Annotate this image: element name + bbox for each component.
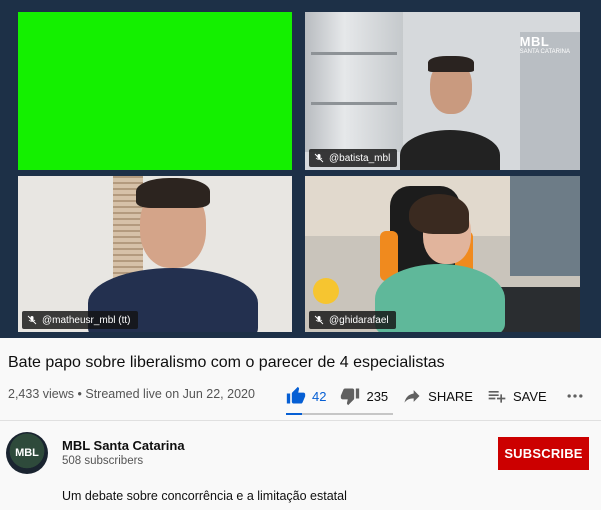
save-button[interactable]: SAVE: [487, 386, 547, 406]
sentiment-bar-fill: [286, 413, 303, 415]
avatar-logo-text: MBL: [15, 447, 39, 459]
thumbs-down-icon: [341, 388, 360, 406]
desk: [500, 287, 580, 332]
video-player[interactable]: MBL SANTA CATARINA @batista_mbl @matheus…: [0, 0, 601, 338]
dislike-count: 235: [366, 388, 389, 404]
sentiment-bar: [286, 413, 393, 415]
save-label: SAVE: [512, 388, 547, 404]
save-playlist-icon: [488, 391, 506, 403]
participant-tile-3: @ghidarafael: [305, 176, 580, 332]
share-icon: [404, 390, 420, 403]
mic-off-icon: [314, 153, 324, 163]
divider: [0, 420, 601, 421]
mic-off-icon: [27, 315, 37, 325]
mbl-watermark: MBL SANTA CATARINA: [519, 34, 570, 55]
person-hair: [428, 56, 474, 72]
participant-tag: @matheusr_mbl (tt): [22, 311, 138, 329]
more-icon: [567, 394, 583, 398]
view-count: 2,433 views: [8, 387, 75, 401]
thumbs-up-icon: [286, 386, 306, 404]
action-bar: 42 235 SHARE SAVE: [286, 383, 585, 409]
channel-avatar[interactable]: MBL: [6, 432, 48, 474]
laughing-emoji-icon: [313, 278, 339, 304]
glass-shelf: [305, 12, 403, 152]
mic-off-icon: [314, 315, 324, 325]
participant-tag: @ghidarafael: [309, 311, 396, 329]
like-count: 42: [312, 388, 327, 404]
like-button[interactable]: 42: [286, 386, 326, 406]
video-meta: 2,433 views • Streamed live on Jun 22, 2…: [8, 387, 255, 401]
more-actions-button[interactable]: [565, 386, 585, 406]
participant-tile-1: MBL SANTA CATARINA @batista_mbl: [305, 12, 580, 170]
share-button[interactable]: SHARE: [402, 386, 473, 406]
person-body: [400, 130, 500, 170]
stream-date: Streamed live on Jun 22, 2020: [85, 387, 255, 401]
video-description: Um debate sobre concorrência e a limitaç…: [62, 489, 347, 503]
share-label: SHARE: [428, 388, 473, 404]
dislike-button[interactable]: 235: [340, 386, 388, 406]
green-screen-tile: [18, 12, 292, 170]
window: [510, 176, 580, 276]
subscriber-count: 508 subscribers: [62, 455, 144, 467]
person-hair: [136, 178, 210, 208]
meta-separator: •: [77, 387, 82, 401]
participant-tile-2: @matheusr_mbl (tt): [18, 176, 292, 332]
participant-tag: @batista_mbl: [309, 149, 398, 167]
video-title: Bate papo sobre liberalismo com o parece…: [8, 354, 445, 371]
subscribe-button[interactable]: SUBSCRIBE: [498, 437, 589, 470]
channel-name[interactable]: MBL Santa Catarina: [62, 438, 185, 453]
person-hair: [409, 194, 469, 234]
